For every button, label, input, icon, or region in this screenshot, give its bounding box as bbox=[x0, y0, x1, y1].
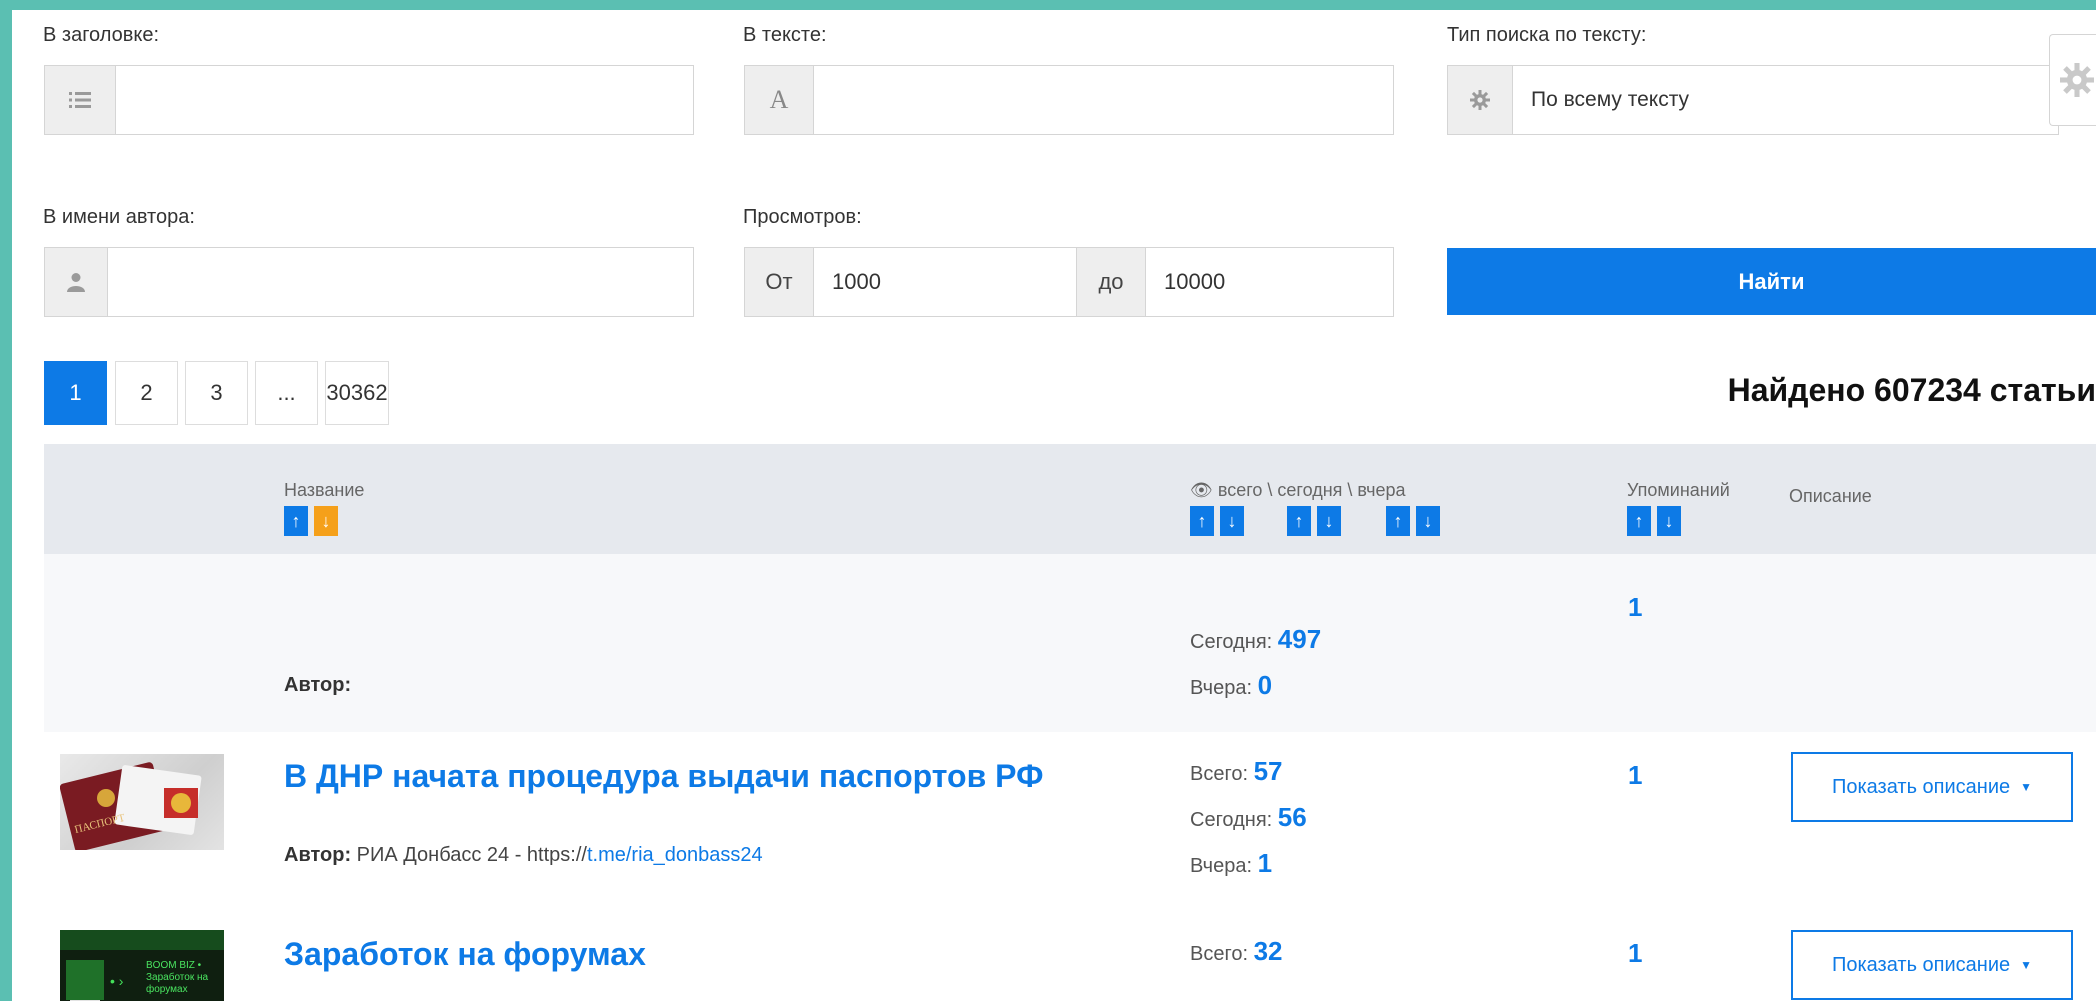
title-filter-label: В заголовке: bbox=[43, 24, 160, 46]
user-icon bbox=[45, 248, 108, 316]
page-last-button[interactable]: 30362 bbox=[325, 361, 389, 425]
thumbnail-text: BOOM BIZ • Заработок на форумах bbox=[146, 960, 209, 995]
table-row: • › BOOM BIZ • Заработок на форумах Зара… bbox=[44, 910, 2096, 1001]
table-row: ПАСПОРТ В ДНР начата процедура выдачи па… bbox=[44, 732, 2096, 911]
caret-down-icon: ▼ bbox=[2020, 780, 2033, 794]
sort-mentions-asc-button[interactable]: ↑ bbox=[1627, 506, 1651, 536]
stat-total: Всего: 32 bbox=[1190, 936, 1282, 967]
views-to-input[interactable] bbox=[1146, 248, 1393, 316]
sort-yesterday-asc-button[interactable]: ↑ bbox=[1386, 506, 1410, 536]
views-filter-label: Просмотров: bbox=[743, 206, 862, 228]
author-filter-label: В имени автора: bbox=[43, 206, 195, 228]
stat-value: 1 bbox=[1257, 848, 1273, 878]
search-type-select[interactable]: По всему тексту bbox=[1447, 65, 2059, 135]
caret-down-icon: ▼ bbox=[2020, 958, 2033, 972]
gear-icon bbox=[1448, 66, 1513, 134]
page-1-button[interactable]: 1 bbox=[44, 361, 107, 425]
page-3-button[interactable]: 3 bbox=[185, 361, 248, 425]
stat-total: Всего: 57 bbox=[1190, 756, 1282, 787]
author-name: РИА Донбасс 24 - https:// bbox=[356, 844, 587, 866]
show-description-button[interactable]: Показать описание ▼ bbox=[1791, 752, 2073, 822]
stat-value: 32 bbox=[1253, 936, 1283, 966]
stat-label: Вчера: bbox=[1190, 855, 1253, 877]
search-type-value: По всему тексту bbox=[1531, 88, 1690, 111]
list-icon bbox=[45, 66, 116, 134]
row-author: Автор: bbox=[284, 674, 351, 697]
author-filter-input[interactable] bbox=[108, 248, 693, 316]
stat-label: Сегодня: bbox=[1190, 809, 1273, 831]
article-thumbnail[interactable]: ПАСПОРТ bbox=[60, 754, 224, 850]
sort-yesterday-desc-button[interactable]: ↓ bbox=[1416, 506, 1440, 536]
search-type-label: Тип поиска по тексту: bbox=[1447, 24, 1647, 46]
views-from-input[interactable] bbox=[814, 248, 1076, 316]
text-filter-field[interactable]: A bbox=[744, 65, 1394, 135]
article-title-link[interactable]: Заработок на форумах bbox=[284, 936, 646, 973]
stat-today: Сегодня: 56 bbox=[1190, 802, 1307, 833]
views-range-field[interactable]: От до bbox=[744, 247, 1394, 317]
sort-today-desc-button[interactable]: ↓ bbox=[1317, 506, 1341, 536]
author-filter-field[interactable] bbox=[44, 247, 694, 317]
font-icon: A bbox=[745, 66, 814, 134]
stat-value: 497 bbox=[1277, 624, 1322, 654]
show-description-label: Показать описание bbox=[1831, 953, 2011, 976]
sort-today-asc-button[interactable]: ↑ bbox=[1287, 506, 1311, 536]
column-header-views: 👁 всего \ сегодня \ вчера bbox=[1190, 480, 1406, 500]
stat-value: 57 bbox=[1253, 756, 1283, 786]
stat-label: Сегодня: bbox=[1190, 631, 1273, 653]
stat-today: Сегодня: 497 bbox=[1190, 624, 1321, 655]
search-button[interactable]: Найти bbox=[1447, 248, 2096, 315]
sort-name-asc-button[interactable]: ↑ bbox=[284, 506, 308, 536]
article-thumbnail[interactable]: • › BOOM BIZ • Заработок на форумах bbox=[60, 930, 224, 1001]
text-filter-input[interactable] bbox=[814, 66, 1393, 134]
stat-value: 56 bbox=[1277, 802, 1307, 832]
mentions-count: 1 bbox=[1628, 938, 1643, 968]
sort-mentions-desc-button[interactable]: ↓ bbox=[1657, 506, 1681, 536]
stat-yesterday: Вчера: 1 bbox=[1190, 848, 1272, 879]
stat-yesterday: Вчера: 0 bbox=[1190, 670, 1272, 701]
search-panel: В заголовке: В тексте: A Тип поиска по т… bbox=[12, 10, 2096, 1001]
svg-text:• ›: • › bbox=[110, 973, 124, 989]
row-author: Автор: РИА Донбасс 24 - https://t.me/ria… bbox=[284, 844, 763, 867]
title-filter-input[interactable] bbox=[116, 66, 693, 134]
page-2-button[interactable]: 2 bbox=[115, 361, 178, 425]
page-ellipsis-button[interactable]: ... bbox=[255, 361, 318, 425]
stat-label: Вчера: bbox=[1190, 677, 1253, 699]
column-header-name: Название bbox=[284, 480, 365, 500]
settings-gear-icon[interactable] bbox=[2049, 34, 2096, 126]
views-from-addon: От bbox=[745, 248, 814, 316]
column-header-mentions: Упоминаний bbox=[1627, 480, 1730, 500]
text-filter-label: В тексте: bbox=[743, 24, 827, 46]
results-count: Найдено 607234 статьи bbox=[1727, 372, 2096, 408]
mentions-count: 1 bbox=[1628, 760, 1643, 790]
author-label: Автор: bbox=[284, 844, 352, 866]
title-filter-field[interactable] bbox=[44, 65, 694, 135]
stat-value: 0 bbox=[1257, 670, 1273, 700]
stat-label: Всего: bbox=[1190, 943, 1248, 965]
show-description-label: Показать описание bbox=[1831, 775, 2011, 798]
author-label: Автор: bbox=[284, 674, 352, 696]
author-link[interactable]: t.me/ria_donbass24 bbox=[587, 844, 763, 866]
sort-total-asc-button[interactable]: ↑ bbox=[1190, 506, 1214, 536]
mentions-count: 1 bbox=[1628, 592, 1643, 622]
sort-name-desc-button[interactable]: ↓ bbox=[314, 506, 338, 536]
sort-total-desc-button[interactable]: ↓ bbox=[1220, 506, 1244, 536]
views-to-addon: до bbox=[1076, 248, 1146, 316]
article-title-link[interactable]: В ДНР начата процедура выдачи паспортов … bbox=[284, 758, 1043, 795]
table-row: Автор: Сегодня: 497 Вчера: 0 1 bbox=[44, 554, 2096, 733]
show-description-button[interactable]: Показать описание ▼ bbox=[1791, 930, 2073, 1000]
table-header: Название ↑ ↓ 👁 всего \ сегодня \ вчера ↑… bbox=[44, 444, 2096, 554]
column-header-description: Описание bbox=[1789, 486, 1872, 506]
stat-label: Всего: bbox=[1190, 763, 1248, 785]
